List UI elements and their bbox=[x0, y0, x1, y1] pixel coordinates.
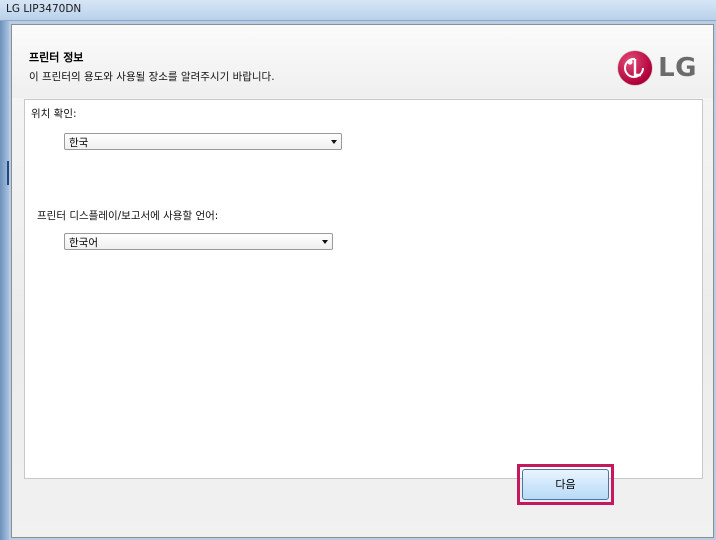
dialog-header: 프린터 정보 이 프린터의 용도와 사용될 장소를 알려주시기 바랍니다. LG bbox=[12, 25, 713, 98]
content-panel: 위치 확인: 한국 프린터 디스플레이/보고서에 사용할 언어: 한국어 bbox=[24, 99, 703, 479]
location-value: 한국 bbox=[69, 137, 89, 149]
lg-logo-text: LG bbox=[658, 53, 697, 83]
language-dropdown[interactable]: 한국어 bbox=[64, 233, 333, 250]
next-button[interactable]: 다음 bbox=[522, 469, 609, 500]
language-value: 한국어 bbox=[69, 237, 98, 249]
lg-logo-icon bbox=[618, 51, 653, 85]
lg-logo: LG bbox=[618, 51, 697, 85]
location-label: 위치 확인: bbox=[31, 108, 77, 120]
dialog-client: 프린터 정보 이 프린터의 용도와 사용될 장소를 알려주시기 바랍니다. LG… bbox=[11, 24, 714, 538]
title-bar[interactable]: LG LIP3470DN bbox=[0, 0, 716, 21]
installer-window: LG LIP3470DN 프린터 정보 이 프린터의 용도와 사용될 장소를 알… bbox=[0, 0, 716, 540]
page-subtitle: 이 프린터의 용도와 사용될 장소를 알려주시기 바랍니다. bbox=[29, 71, 275, 83]
language-label: 프린터 디스플레이/보고서에 사용할 언어: bbox=[37, 210, 219, 222]
chevron-down-icon bbox=[331, 140, 337, 144]
window-title: LG LIP3470DN bbox=[6, 3, 82, 15]
window-frame-left bbox=[0, 21, 9, 540]
chevron-down-icon bbox=[322, 240, 328, 244]
page-title: 프린터 정보 bbox=[29, 51, 84, 64]
location-dropdown[interactable]: 한국 bbox=[64, 133, 342, 150]
